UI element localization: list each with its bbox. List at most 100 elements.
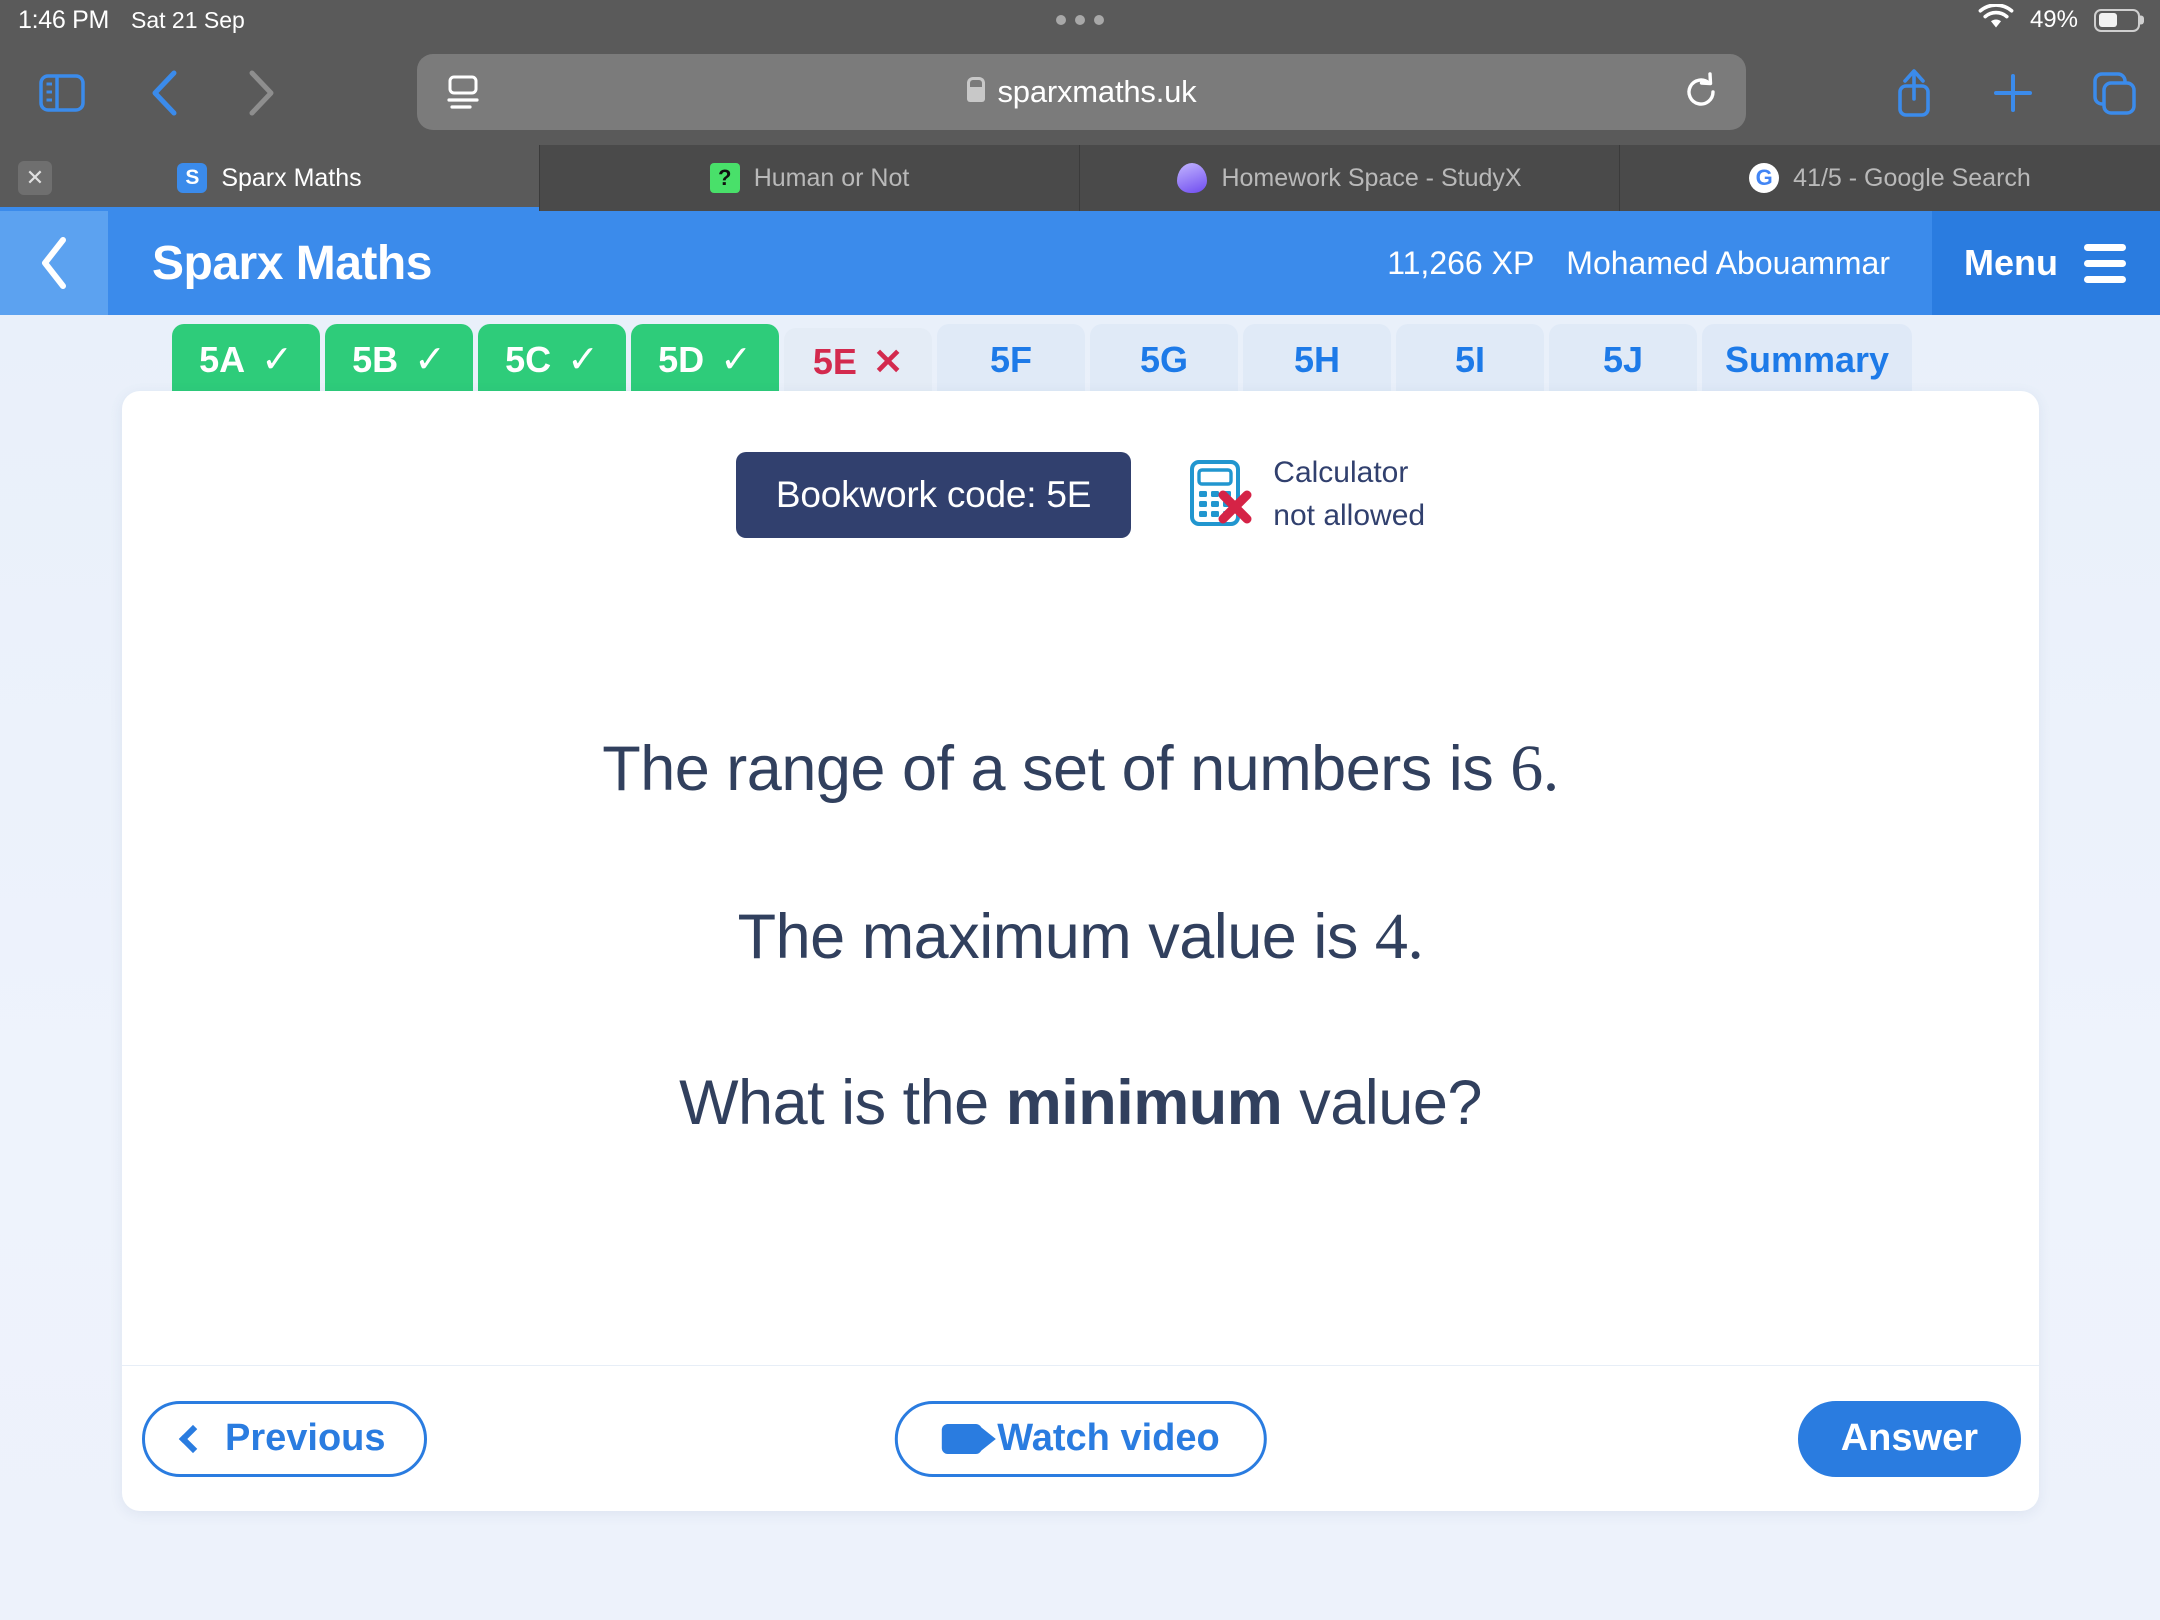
- menu-label: Menu: [1964, 242, 2058, 283]
- studyx-favicon: [1177, 163, 1208, 193]
- question-tab-5G[interactable]: 5G: [1090, 324, 1238, 396]
- question-tab-label: 5J: [1602, 339, 1644, 380]
- ipad-status-bar: 1:46 PM Sat 21 Sep 49%: [0, 0, 2160, 40]
- question-tab-5E[interactable]: 5E ✕: [784, 328, 932, 396]
- status-date: Sat 21 Sep: [131, 6, 245, 33]
- browser-back-icon[interactable]: [148, 68, 182, 118]
- plus-icon[interactable]: [1990, 70, 2036, 116]
- multitask-handle[interactable]: [1056, 15, 1104, 25]
- question-tab-label: 5G: [1139, 339, 1189, 380]
- battery-icon: [2094, 8, 2140, 32]
- browser-toolbar: sparxmaths.uk: [0, 40, 2160, 145]
- browser-tab-human-or-not[interactable]: ? Human or Not: [540, 145, 1080, 211]
- page-title: Sparx Maths: [152, 236, 432, 290]
- address-bar-text-wrap: sparxmaths.uk: [417, 54, 1746, 130]
- user-name: Mohamed Abouammar: [1566, 244, 1890, 281]
- question-tab-label: 5C: [505, 339, 552, 380]
- google-favicon: G: [1749, 163, 1780, 193]
- answer-button[interactable]: Answer: [1797, 1400, 2021, 1477]
- question-tab-label: 5I: [1454, 339, 1486, 380]
- calculator-not-allowed: Calculator not allowed: [1187, 452, 1425, 537]
- browser-tab-title: Homework Space - StudyX: [1221, 163, 1522, 192]
- card-header: Bookwork code: 5E Calculator not allowed: [122, 452, 2039, 538]
- question-line-2: The maximum value is 4.: [122, 899, 2039, 975]
- app-header-right: 11,266 XP Mohamed Abouammar Menu: [1387, 211, 2160, 315]
- sidebar-icon[interactable]: [38, 71, 86, 115]
- browser-tab-sparx-maths[interactable]: ✕ S Sparx Maths: [0, 145, 540, 211]
- chevron-left-icon: [178, 1424, 208, 1453]
- check-icon: ✓: [567, 339, 599, 381]
- battery-percent: 49%: [2029, 6, 2078, 33]
- calculator-not-allowed-icon: [1187, 457, 1255, 534]
- browser-tab-title: Human or Not: [753, 163, 910, 192]
- calculator-not-allowed-text: Calculator not allowed: [1273, 452, 1425, 537]
- answer-button-label: Answer: [1840, 1417, 1978, 1459]
- question-tab-label: 5F: [989, 339, 1032, 380]
- question-tab-5D[interactable]: 5D ✓: [631, 324, 779, 396]
- question-tab-label: 5B: [352, 339, 399, 380]
- previous-button[interactable]: Previous: [142, 1400, 427, 1477]
- question-line-3: What is the minimum value?: [122, 1067, 2039, 1139]
- cross-icon: ✕: [872, 341, 904, 382]
- watch-video-button-label: Watch video: [997, 1417, 1220, 1459]
- question-tab-summary[interactable]: Summary: [1702, 324, 1912, 396]
- question-tab-5F[interactable]: 5F: [937, 324, 1085, 396]
- app-back-button[interactable]: [0, 211, 108, 315]
- check-icon: ✓: [261, 339, 293, 381]
- calculator-line2: not allowed: [1273, 499, 1426, 532]
- previous-button-label: Previous: [225, 1417, 386, 1459]
- question-line-1-value: 6.: [1510, 732, 1559, 805]
- question-tab-5A[interactable]: 5A ✓: [172, 324, 320, 396]
- calculator-line1: Calculator: [1273, 456, 1409, 490]
- browser-tab-google-search[interactable]: G 41/5 - Google Search: [1620, 145, 2160, 211]
- tabs-icon[interactable]: [2090, 69, 2138, 117]
- question-text: The range of a set of numbers is 6. The …: [122, 731, 2039, 1139]
- watch-video-button[interactable]: Watch video: [894, 1400, 1267, 1477]
- reload-icon[interactable]: [1674, 65, 1728, 119]
- question-tab-label: Summary: [1724, 339, 1890, 380]
- question-card: Bookwork code: 5E Calculator not allowed…: [122, 391, 2039, 1511]
- question-tab-label: 5D: [658, 339, 705, 380]
- wifi-icon: [1978, 3, 2014, 36]
- lock-icon: [966, 87, 985, 102]
- check-icon: ✓: [414, 339, 446, 381]
- browser-forward-icon: [244, 68, 278, 118]
- question-tab-5J[interactable]: 5J: [1549, 324, 1697, 396]
- question-tab-5H[interactable]: 5H: [1243, 324, 1391, 396]
- check-icon: ✓: [720, 339, 752, 381]
- menu-button[interactable]: Menu: [1932, 211, 2160, 315]
- human-or-not-favicon: ?: [709, 163, 740, 193]
- close-icon[interactable]: ✕: [18, 161, 52, 195]
- video-camera-icon: [941, 1423, 982, 1454]
- question-line-3-text: What is the: [679, 1068, 1006, 1138]
- question-line-1-text: The range of a set of numbers is: [602, 734, 1511, 804]
- question-tab-5B[interactable]: 5B ✓: [325, 324, 473, 396]
- question-tab-5I[interactable]: 5I: [1396, 324, 1544, 396]
- card-footer: Previous Watch video Answer: [122, 1365, 2039, 1511]
- question-line-1: The range of a set of numbers is 6.: [122, 731, 2039, 807]
- sparx-favicon: S: [177, 163, 208, 193]
- status-time: 1:46 PM: [18, 5, 110, 34]
- app-header: Sparx Maths 11,266 XP Mohamed Abouammar …: [0, 211, 2160, 315]
- toolbar-right-actions: [1892, 40, 2138, 145]
- browser-tab-studyx[interactable]: Homework Space - StudyX: [1080, 145, 1620, 211]
- status-bar-left: 1:46 PM Sat 21 Sep: [0, 6, 245, 35]
- question-tab-label: 5E: [812, 341, 857, 382]
- xp-counter: 11,266 XP: [1387, 244, 1535, 281]
- question-tab-label: 5H: [1293, 339, 1341, 380]
- bookwork-code-badge: Bookwork code: 5E: [735, 452, 1132, 538]
- hamburger-icon: [2084, 243, 2126, 283]
- app-content: 5A ✓ 5B ✓ 5C ✓ 5D ✓ 5E ✕ 5F 5G 5H 5I 5J …: [0, 315, 2160, 1620]
- browser-tab-title: Sparx Maths: [221, 163, 362, 192]
- question-tab-label: 5A: [199, 339, 246, 380]
- address-bar-url: sparxmaths.uk: [997, 74, 1197, 109]
- question-tabs: 5A ✓ 5B ✓ 5C ✓ 5D ✓ 5E ✕ 5F 5G 5H 5I 5J …: [172, 324, 1912, 396]
- question-line-3-suffix: value?: [1282, 1068, 1482, 1138]
- question-tab-5C[interactable]: 5C ✓: [478, 324, 626, 396]
- browser-tab-strip: ✕ S Sparx Maths ? Human or Not Homework …: [0, 145, 2160, 211]
- question-line-3-emphasis: minimum: [1005, 1068, 1283, 1138]
- address-bar[interactable]: sparxmaths.uk: [417, 54, 1746, 130]
- share-icon[interactable]: [1892, 66, 1936, 120]
- question-line-2-value: 4.: [1374, 900, 1424, 973]
- status-bar-right: 49%: [1978, 3, 2160, 36]
